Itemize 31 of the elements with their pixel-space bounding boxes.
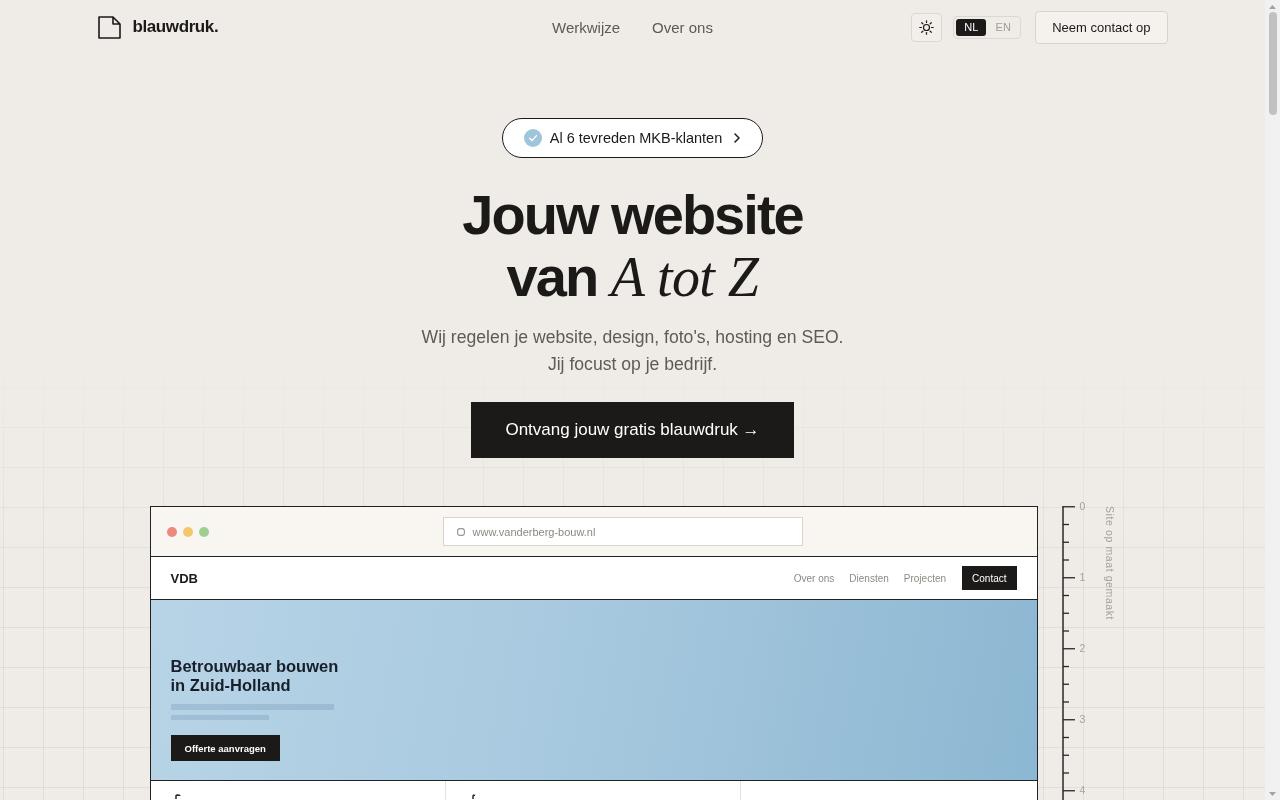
chevron-right-icon xyxy=(734,133,741,143)
up-arrow-icon xyxy=(1269,5,1276,9)
window-dot-icon xyxy=(166,526,177,537)
logo-link[interactable]: blauwdruk. xyxy=(97,15,219,39)
theme-toggle-button[interactable] xyxy=(911,12,943,42)
preview-hero-title: Betrouwbaar bouwen in Zuid-Holland xyxy=(170,657,339,695)
window-dot-icon xyxy=(182,526,193,537)
language-option[interactable]: NL xyxy=(956,18,987,36)
nav-link[interactable]: Over ons xyxy=(652,18,713,36)
ruler-label: 2 xyxy=(1079,642,1087,654)
ruler-label: 4 xyxy=(1079,784,1087,796)
window-dot-icon xyxy=(198,526,209,537)
ruler-label: 3 xyxy=(1079,713,1087,725)
ruler-caption: Site op maat gemaakt xyxy=(1103,506,1116,621)
document-icon xyxy=(97,15,121,39)
ruler-label: 1 xyxy=(1079,571,1087,583)
cta-button[interactable]: Ontvang jouw gratis blauwdruk → xyxy=(471,402,794,458)
ruler-label: 0 xyxy=(1079,500,1087,512)
rounded-square-icon xyxy=(456,527,465,536)
url-text: www.vanderberg-bouw.nl xyxy=(472,525,596,538)
nav-link[interactable]: Werkwijze xyxy=(552,18,621,36)
subtitle: Wij regelen je website, design, foto's, hosting en SEO. Jij focust op je bedrijf. xyxy=(421,326,844,376)
sun-icon xyxy=(919,19,935,35)
scrollbar[interactable] xyxy=(1265,0,1280,800)
preview-logo: VDB xyxy=(170,570,198,586)
contact-button[interactable]: Neem contact op xyxy=(1035,10,1168,44)
check-circle-icon xyxy=(523,129,542,147)
scrollbar-thumb[interactable] xyxy=(1268,12,1277,115)
headline: Jouw website van A tot Z xyxy=(462,184,803,308)
down-arrow-icon xyxy=(1269,792,1276,796)
customers-badge[interactable]: Al 6 tevreden MKB-klanten xyxy=(501,118,764,158)
